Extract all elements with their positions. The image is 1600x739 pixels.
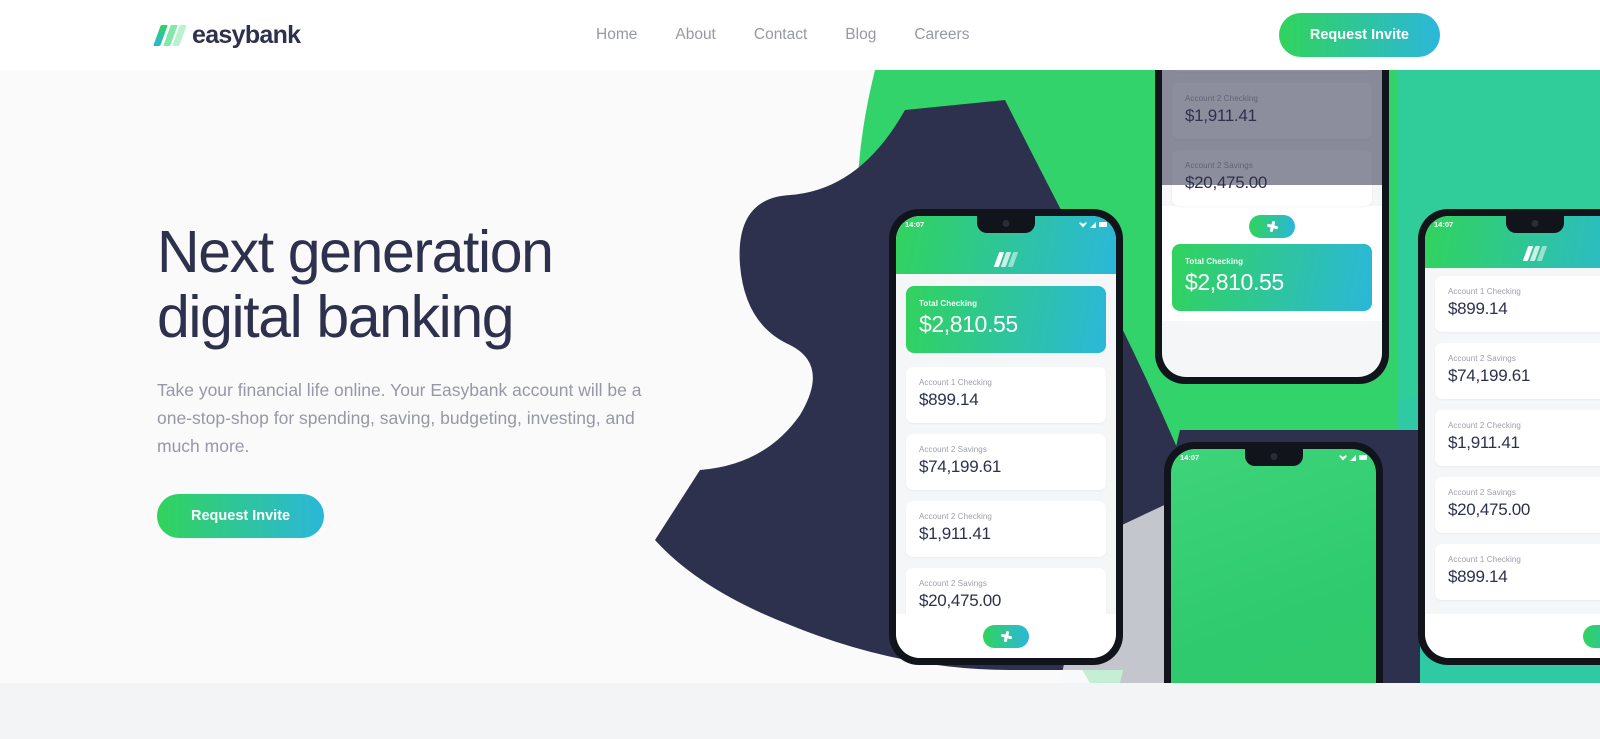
- list-item[interactable]: Account 2 Checking $1,911.41: [906, 501, 1106, 557]
- app-logo-icon: [993, 252, 1019, 267]
- phone-notch: [1244, 449, 1303, 466]
- next-section-strip: [0, 683, 1600, 739]
- list-item[interactable]: Account 1 Checking $899.14: [1435, 276, 1600, 332]
- phone-mockup-splash: 14:07: [1164, 442, 1383, 683]
- account-amount: $1,911.41: [1448, 433, 1520, 452]
- phone-screen: 14:07: [1171, 449, 1376, 683]
- nav-item-about[interactable]: About: [656, 0, 735, 70]
- status-icons: [1339, 454, 1367, 461]
- account-label: Account 2 Savings: [919, 579, 987, 588]
- total-checking-card[interactable]: Total Checking $2,810.55: [1172, 244, 1372, 311]
- add-account-button[interactable]: [1583, 624, 1600, 648]
- list-item[interactable]: Account 1 Checking $899.14: [1435, 544, 1600, 600]
- add-account-button[interactable]: [983, 624, 1029, 648]
- status-time: 14:07: [1180, 453, 1200, 462]
- phone-mockup-top-right: 14:07 Account 2 Savings $74,199.61 Accou…: [1155, 70, 1389, 384]
- account-amount: $899.14: [919, 390, 979, 409]
- total-label: Total Checking: [919, 299, 978, 308]
- battery-icon: [1099, 221, 1107, 228]
- easybank-logo-icon: [153, 24, 187, 46]
- battery-icon: [1359, 454, 1367, 461]
- status-time: 14:07: [1434, 220, 1454, 229]
- app-logo-icon: [1522, 246, 1548, 261]
- account-amount: $20,475.00: [1448, 500, 1531, 519]
- phone-screen: 14:07 Account 1 Checking $899.14 Account…: [1425, 216, 1600, 658]
- add-account-button[interactable]: [1249, 215, 1295, 238]
- status-time: 14:07: [905, 220, 925, 229]
- site-header: easybank Home About Contact Blog Careers…: [0, 0, 1600, 70]
- total-amount: $2,810.55: [919, 311, 1018, 337]
- phone-notch: [977, 216, 1035, 233]
- hero-description: Take your financial life online. Your Ea…: [157, 379, 642, 457]
- signal-icon: [1350, 454, 1356, 461]
- logo-text: easybank: [192, 20, 301, 49]
- header-request-invite-button[interactable]: Request Invite: [1278, 13, 1440, 57]
- fab-row: [1162, 206, 1382, 244]
- accounts-list: Total Checking $2,810.55 Account 1 Check…: [896, 274, 1116, 624]
- phone-mockup-right: 14:07 Account 1 Checking $899.14 Account…: [1418, 209, 1600, 665]
- plus-icon: [999, 629, 1012, 642]
- screen-dim-overlay: [1162, 70, 1382, 185]
- headline-line-1: Next generation: [157, 219, 554, 285]
- total-amount: $2,810.55: [1185, 269, 1284, 295]
- hero-copy: Next generation digital banking Take you…: [157, 220, 717, 538]
- nav-item-careers[interactable]: Careers: [895, 0, 988, 70]
- status-icons: [1079, 221, 1107, 228]
- account-amount: $74,199.61: [919, 457, 1002, 476]
- page-title: Next generation digital banking: [157, 220, 717, 350]
- fab-bar: [896, 614, 1116, 658]
- plus-icon: [1265, 220, 1278, 233]
- total-checking-card[interactable]: Total Checking $2,810.55: [906, 286, 1106, 353]
- account-amount: $899.14: [1448, 567, 1508, 586]
- account-label: Account 2 Checking: [1448, 421, 1521, 430]
- wifi-icon: [1079, 222, 1087, 228]
- total-label: Total Checking: [1185, 257, 1244, 266]
- main-navigation: Home About Contact Blog Careers: [577, 0, 988, 70]
- list-item[interactable]: Account 2 Savings $20,475.00: [1435, 477, 1600, 533]
- account-amount: $1,911.41: [919, 524, 991, 543]
- logo[interactable]: easybank: [153, 20, 301, 50]
- nav-item-blog[interactable]: Blog: [826, 0, 895, 70]
- account-label: Account 2 Checking: [919, 512, 992, 521]
- phone-screen: 14:07 Account 2 Savings $74,199.61 Accou…: [1162, 70, 1382, 377]
- account-amount: $899.14: [1448, 299, 1508, 318]
- account-label: Account 2 Savings: [919, 445, 987, 454]
- phone-mockup-main: 14:07 Total Checking $2,810.55 Account 1…: [889, 209, 1123, 665]
- account-label: Account 2 Savings: [1448, 354, 1516, 363]
- account-amount: $74,199.61: [1448, 366, 1531, 385]
- nav-item-contact[interactable]: Contact: [735, 0, 826, 70]
- list-item[interactable]: Account 2 Checking $1,911.41: [1435, 410, 1600, 466]
- phone-screen: 14:07 Total Checking $2,810.55 Account 1…: [896, 216, 1116, 658]
- phone-notch: [1506, 216, 1564, 233]
- list-item[interactable]: Account 2 Savings $74,199.61: [1435, 343, 1600, 399]
- account-label: Account 1 Checking: [1448, 555, 1521, 564]
- accounts-list: Account 1 Checking $899.14 Account 2 Sav…: [1425, 268, 1600, 600]
- total-card-wrapper: Total Checking $2,810.55: [1162, 244, 1382, 321]
- list-item[interactable]: Account 1 Checking $899.14: [906, 367, 1106, 423]
- account-label: Account 1 Checking: [1448, 287, 1521, 296]
- wifi-icon: [1339, 455, 1347, 461]
- fab-bar: [1425, 614, 1600, 658]
- account-label: Account 1 Checking: [919, 378, 992, 387]
- headline-line-2: digital banking: [157, 283, 515, 350]
- signal-icon: [1090, 221, 1096, 228]
- hero-request-invite-button[interactable]: Request Invite: [157, 493, 325, 538]
- account-label: Account 2 Savings: [1448, 488, 1516, 497]
- nav-item-home[interactable]: Home: [577, 0, 656, 70]
- hero-section: Next generation digital banking Take you…: [0, 70, 1600, 683]
- list-item[interactable]: Account 2 Savings $74,199.61: [906, 434, 1106, 490]
- account-amount: $20,475.00: [919, 591, 1002, 610]
